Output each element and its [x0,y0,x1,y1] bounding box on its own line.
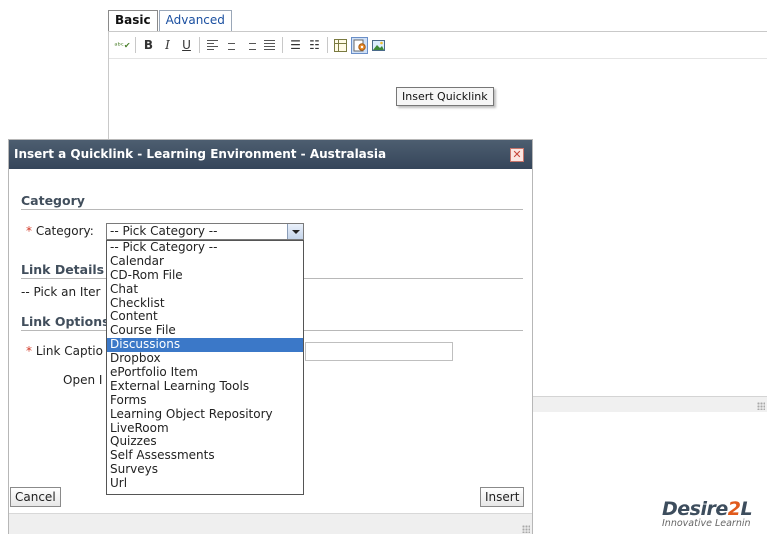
category-option[interactable]: -- Pick Category -- [107,241,303,255]
category-label-row: * Category: [26,224,94,238]
category-option[interactable]: Discussions [107,337,303,353]
required-marker: * [26,224,32,238]
category-dropdown-list[interactable]: -- Pick Category -- Calendar CD-Rom File Ch… [106,240,304,495]
category-option[interactable]: Checklist [107,296,303,311]
category-option[interactable]: Content [107,310,303,324]
category-option[interactable]: LiveRoom [107,421,303,436]
image-icon[interactable] [370,37,387,54]
dialog-status-bar [9,513,532,534]
category-option[interactable]: ePortfolio Item [107,365,303,380]
toolbar-separator [327,37,328,53]
insert-button[interactable]: Insert [480,487,525,507]
link-caption-label: Link Captio [35,344,103,358]
category-option[interactable]: External Learning Tools [107,379,303,394]
justify-icon[interactable] [261,37,278,54]
editor-tabs: Basic Advanced [108,10,233,32]
logo-word-l: L [740,498,753,520]
category-select-value: -- Pick Category -- [110,224,218,238]
category-label: Category: [35,224,94,238]
chevron-down-icon[interactable] [287,224,303,239]
tab-advanced[interactable]: Advanced [158,10,232,32]
link-details-section-heading: Link Details [21,262,105,277]
quicklink-icon[interactable] [351,36,368,54]
table-icon[interactable] [332,37,349,54]
toolbar-separator [282,37,283,53]
desire2learn-logo: Desire2L Innovative Learnin [662,498,767,534]
category-select[interactable]: -- Pick Category -- [106,223,304,240]
bold-icon[interactable]: B [140,37,157,54]
link-caption-label-row: * Link Captio [26,344,103,358]
align-left-icon[interactable] [204,37,221,54]
category-option[interactable]: Chat [107,282,303,297]
insert-quicklink-dialog: Insert a Quicklink - Learning Environmen… [8,139,533,534]
logo-word-desire: Desire [662,498,728,520]
spellcheck-icon[interactable]: ᵃᵇᶜ✔ [114,37,131,54]
dialog-title: Insert a Quicklink - Learning Environmen… [14,147,387,161]
category-option[interactable]: Self Assessments [107,448,303,463]
close-icon[interactable]: ✕ [510,148,524,162]
logo-wordmark: Desire2L [662,498,767,520]
insert-quicklink-tooltip: Insert Quicklink [396,87,494,106]
link-caption-input[interactable] [305,342,453,361]
category-option[interactable]: Forms [107,393,303,408]
italic-icon[interactable]: I [159,37,176,54]
open-in-label: Open I [63,373,103,387]
category-option[interactable]: CD-Rom File [107,268,303,283]
cancel-button[interactable]: Cancel [10,487,61,507]
pick-item-text: -- Pick an Iter [21,285,101,299]
tab-basic[interactable]: Basic [108,10,158,32]
bullet-list-icon[interactable]: ☰ [287,37,304,54]
category-option[interactable]: Dropbox [107,351,303,366]
editor-toolbar: ᵃᵇᶜ✔ B I U ☰ ☷ [109,32,767,59]
logo-word-two: 2 [727,498,741,520]
category-option[interactable]: Calendar [107,254,303,269]
category-option[interactable]: Course File [107,323,303,338]
toolbar-separator [199,37,200,53]
align-center-icon[interactable] [223,37,240,54]
category-option[interactable]: Surveys [107,462,303,477]
category-option[interactable]: Learning Object Repository [107,407,303,422]
category-option[interactable]: Url [107,476,303,491]
align-right-icon[interactable] [242,37,259,54]
dialog-title-bar[interactable]: Insert a Quicklink - Learning Environmen… [9,140,532,169]
resize-grip-icon[interactable] [757,402,765,410]
section-divider [21,209,523,210]
number-list-icon[interactable]: ☷ [306,37,323,54]
resize-grip-icon[interactable] [522,525,530,533]
underline-icon[interactable]: U [178,37,195,54]
toolbar-separator [135,37,136,53]
category-section-heading: Category [21,193,85,208]
required-marker: * [26,344,32,358]
category-option[interactable]: Quizzes [107,435,303,449]
link-options-section-heading: Link Options [21,314,110,329]
